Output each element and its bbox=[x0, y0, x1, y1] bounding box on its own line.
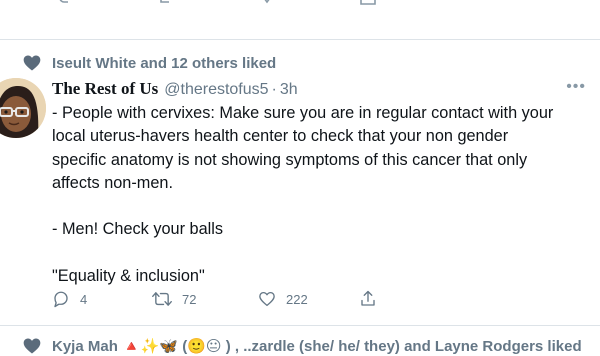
retweet-icon bbox=[152, 292, 172, 306]
tweet-line: specific anatomy is not showing symptoms… bbox=[52, 150, 528, 169]
divider-top bbox=[0, 39, 600, 40]
like-count: 222 bbox=[286, 291, 308, 307]
display-name[interactable]: The Rest of Us bbox=[52, 79, 158, 99]
tweet-line: - Men! Check your balls bbox=[52, 220, 224, 239]
tweet-line: affects non-men. bbox=[52, 173, 173, 192]
reply-icon bbox=[54, 291, 68, 308]
tweet-text: - People with cervixes: Make sure you ar… bbox=[52, 102, 592, 288]
handle[interactable]: @therestofus5 bbox=[164, 81, 268, 99]
tweet-header: The Rest of Us @therestofus5 · 3h bbox=[52, 79, 298, 101]
tweet-line: local uterus-havers health center to che… bbox=[52, 127, 509, 146]
next-social-context-text: Kyja Mah 🔺✨🦋 (🙂😐 ) , ..zardle (she/ he/ … bbox=[52, 338, 582, 355]
heart-outline-icon bbox=[259, 291, 275, 307]
timestamp[interactable]: 3h bbox=[280, 81, 298, 99]
divider-bottom bbox=[0, 325, 600, 326]
reply-icon[interactable] bbox=[58, 0, 74, 6]
share-button[interactable] bbox=[359, 290, 377, 308]
avatar-illustration bbox=[0, 78, 46, 138]
reply-button[interactable]: 4 bbox=[52, 290, 87, 308]
heart-filled-icon bbox=[23, 338, 41, 354]
tweet-line: - People with cervixes: Make sure you ar… bbox=[52, 104, 554, 122]
social-context[interactable]: Iseult White and 12 others liked bbox=[22, 53, 276, 73]
like-icon[interactable] bbox=[259, 0, 275, 8]
separator-dot: · bbox=[271, 81, 277, 98]
next-social-context[interactable]: Kyja Mah 🔺✨🦋 (🙂😐 ) , ..zardle (she/ he/ … bbox=[22, 336, 582, 356]
previous-tweet-actions bbox=[0, 0, 600, 26]
tweet-line: "Equality & inclusion" bbox=[52, 267, 205, 286]
more-options-icon[interactable]: ••• bbox=[566, 78, 586, 96]
tweet-actions: 4 72 222 bbox=[52, 290, 382, 312]
reply-count: 4 bbox=[80, 291, 88, 307]
like-button[interactable]: 222 bbox=[258, 290, 308, 308]
retweet-button[interactable]: 72 bbox=[152, 290, 196, 308]
social-context-text: Iseult White and 12 others liked bbox=[52, 54, 277, 72]
heart-filled-icon bbox=[23, 55, 41, 71]
avatar[interactable] bbox=[0, 78, 46, 138]
retweet-icon[interactable] bbox=[158, 0, 174, 8]
share-icon bbox=[361, 290, 375, 306]
retweet-count: 72 bbox=[182, 291, 197, 307]
share-icon[interactable] bbox=[360, 0, 376, 8]
